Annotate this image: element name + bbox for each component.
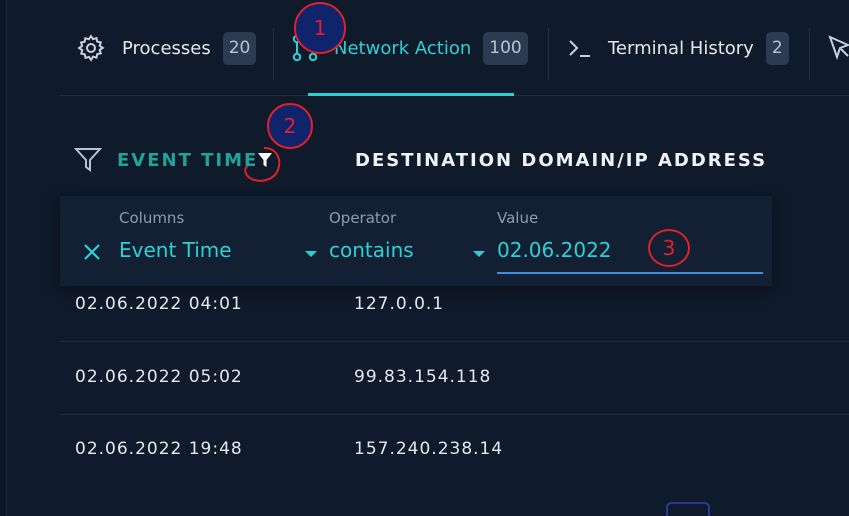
annotation-marker-3: 3 [648,229,690,267]
tab-processes[interactable]: Processes 20 [76,0,257,96]
tab-divider [548,28,549,80]
event-time-cell: 02.06.2022 05:02 [75,367,243,387]
pagination-button[interactable] [666,502,710,516]
remove-filter-icon[interactable] [82,242,102,266]
left-rail [0,0,7,516]
gear-icon [76,33,106,63]
columns-select[interactable]: Event Time [119,238,232,262]
operator-label: Operator [329,209,397,227]
tab-network-action-count: 100 [483,31,528,65]
annotation-circle-scribble [244,147,281,182]
chevron-down-icon[interactable] [305,251,317,257]
active-tab-indicator [308,93,514,96]
terminal-icon [568,38,592,58]
table-row[interactable]: 02.06.2022 19:48 157.240.238.14 [60,415,849,487]
tab-divider [809,28,810,80]
column-header-destination[interactable]: DESTINATION DOMAIN/IP ADDRESS [355,150,767,171]
destination-cell: 127.0.0.1 [354,294,445,314]
tab-terminal-history[interactable]: Terminal History 2 [568,0,789,96]
column-header-event-time[interactable]: EVENT TIME [117,150,258,171]
destination-cell: 157.240.238.14 [354,439,504,459]
tab-processes-count: 20 [222,31,257,65]
annotation-marker-1: 1 [294,2,346,54]
filter-value-input[interactable]: 02.06.2022 [497,238,612,262]
destination-cell: 99.83.154.118 [354,367,492,387]
tab-network-action-label: Network Action [334,37,472,59]
tab-terminal-history-count: 2 [765,31,789,65]
chevron-down-icon[interactable] [473,251,485,257]
event-time-cell: 02.06.2022 19:48 [75,439,243,459]
tab-bar: Processes 20 Network Action 100 Terminal… [60,0,849,96]
tab-divider [273,28,274,80]
value-label: Value [497,209,539,227]
tab-processes-label: Processes [122,37,211,59]
event-time-cell: 02.06.2022 04:01 [75,294,243,314]
tab-terminal-history-label: Terminal History [608,37,754,59]
filter-icon[interactable] [73,147,103,177]
columns-label: Columns [119,209,185,227]
table-row[interactable]: 02.06.2022 04:01 127.0.0.1 [60,270,849,342]
cursor-icon [828,35,849,61]
operator-select[interactable]: contains [329,238,414,262]
table-row[interactable]: 02.06.2022 05:02 99.83.154.118 [60,343,849,415]
tab-user-actions[interactable] [828,0,849,96]
table-header: EVENT TIME DESTINATION DOMAIN/IP ADDRESS [60,128,849,192]
